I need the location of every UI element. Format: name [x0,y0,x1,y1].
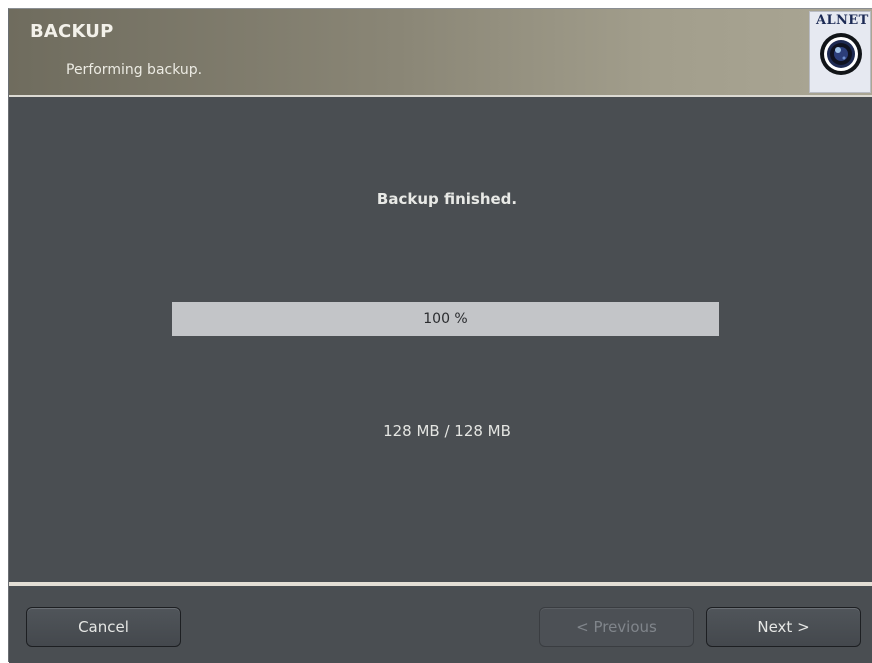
next-button[interactable]: Next > [706,607,861,647]
cancel-button[interactable]: Cancel [26,607,181,647]
wizard-footer: Cancel < Previous Next > [9,586,872,663]
wizard-header: BACKUP Performing backup. ALNET [9,9,872,95]
backup-wizard-window: BACKUP Performing backup. ALNET Backup f… [8,8,872,663]
backup-progress-bar: 100 % [172,302,719,336]
progress-percent-label: 100 % [423,311,468,327]
camera-lens-icon [820,33,862,75]
logo-text: ALNET [816,13,869,28]
backup-status-message: Backup finished. [376,190,518,208]
backup-size-label: 128 MB / 128 MB [383,422,511,440]
page-title: BACKUP [30,21,114,42]
header-divider [9,95,872,97]
previous-button[interactable]: < Previous [539,607,694,647]
page-subtitle: Performing backup. [66,62,203,78]
alnet-logo: ALNET [809,11,871,93]
